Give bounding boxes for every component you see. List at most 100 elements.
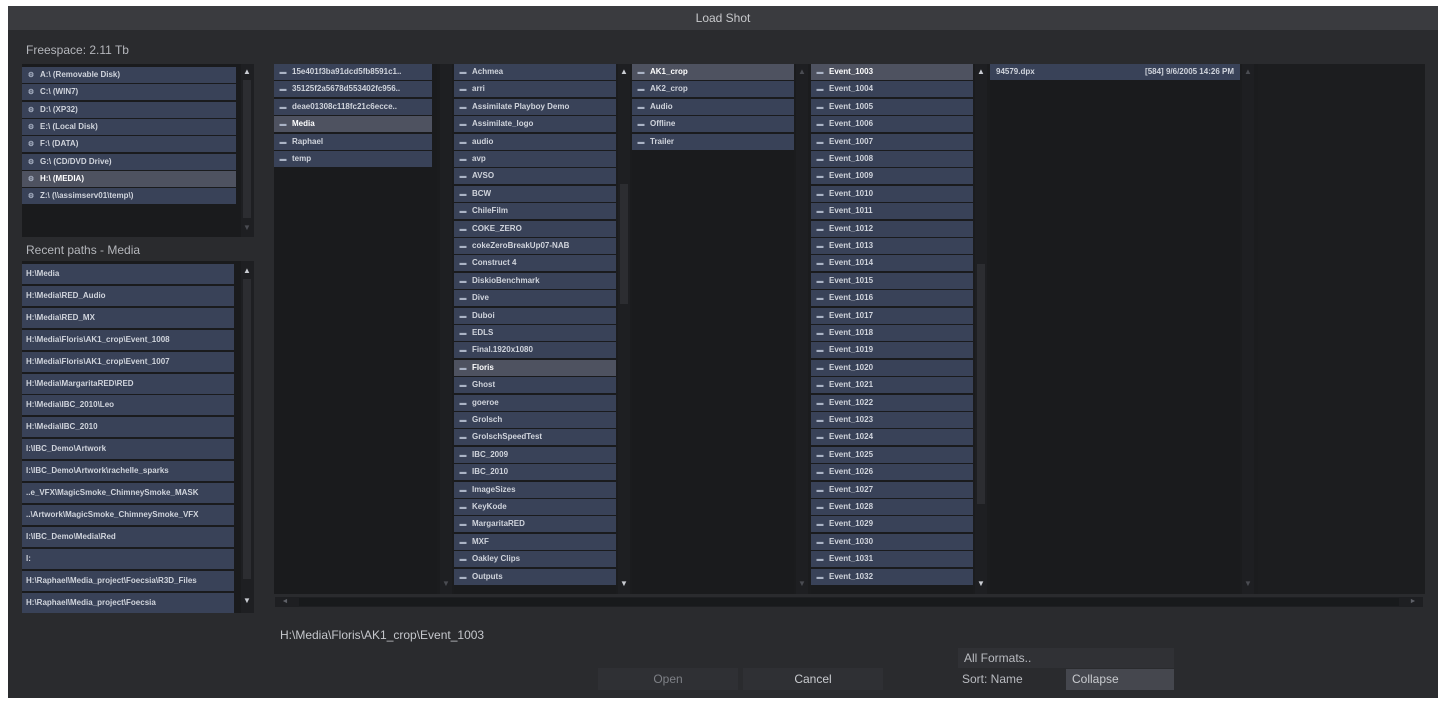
scroll-down-arrow[interactable]: ▼ <box>241 595 253 607</box>
scroll-up-arrow[interactable]: ▲ <box>618 66 630 78</box>
recent-paths-scrollbar[interactable]: ▲ ▼ <box>241 261 254 613</box>
recent-path-item[interactable]: H:\Media\MargaritaRED\RED <box>22 373 234 394</box>
recent-path-item[interactable]: I:\IBC_Demo\Artwork <box>22 439 234 460</box>
scroll-down-arrow[interactable]: ▼ <box>241 222 253 234</box>
folder-item[interactable]: ▬ COKE_ZERO <box>454 220 616 237</box>
column-4-scrollbar[interactable]: ▲ ▼ <box>975 64 987 594</box>
recent-path-item[interactable]: H:\Media\RED_MX <box>22 307 234 328</box>
scroll-thumb[interactable] <box>299 598 1399 606</box>
folder-item[interactable]: ▬ Event_1006 <box>811 116 973 133</box>
folder-item[interactable]: ▬ temp <box>274 151 432 167</box>
folder-item[interactable]: ▬ Offline <box>632 116 794 133</box>
recent-path-item[interactable]: ..\Artwork\MagicSmoke_ChimneySmoke_VFX <box>22 504 234 525</box>
folder-item[interactable]: ▬ Event_1020 <box>811 359 973 376</box>
folder-item[interactable]: ▬ ImageSizes <box>454 481 616 498</box>
scroll-down-arrow[interactable]: ▼ <box>440 578 452 590</box>
folder-item[interactable]: ▬ Event_1024 <box>811 429 973 446</box>
folder-item[interactable]: ▬ Event_1012 <box>811 220 973 237</box>
recent-path-item[interactable]: I: <box>22 548 234 569</box>
open-button[interactable]: Open <box>598 668 738 690</box>
column-2-scrollbar[interactable]: ▲ ▼ <box>618 64 630 594</box>
folder-item[interactable]: ▬ Event_1008 <box>811 151 973 167</box>
recent-path-item[interactable]: H:\Media\IBC_2010\Leo <box>22 395 234 416</box>
folder-item[interactable]: ▬ Assimilate Playboy Demo <box>454 98 616 115</box>
folder-item[interactable]: ▬ Event_1027 <box>811 481 973 498</box>
browser-horizontal-scrollbar[interactable]: ◄ ► <box>275 597 1423 607</box>
folder-item[interactable]: ▬ Trailer <box>632 133 794 150</box>
drive-item[interactable]: ⚙ G:\ (CD/DVD Drive) <box>22 153 236 170</box>
folder-item[interactable]: ▬ Event_1014 <box>811 255 973 272</box>
folder-item[interactable]: ▬ Grolsch <box>454 412 616 428</box>
folder-item[interactable]: ▬ Event_1016 <box>811 290 973 307</box>
folder-item[interactable]: ▬ Media <box>274 116 432 133</box>
recent-path-item[interactable]: H:\Media\Floris\AK1_crop\Event_1008 <box>22 329 234 350</box>
folder-item[interactable]: ▬ cokeZeroBreakUp07-NAB <box>454 238 616 254</box>
scroll-left-arrow[interactable]: ◄ <box>279 597 291 607</box>
scroll-thumb[interactable] <box>620 184 628 304</box>
drive-item[interactable]: ⚙ F:\ (DATA) <box>22 136 236 153</box>
scroll-up-arrow[interactable]: ▲ <box>241 265 253 277</box>
recent-path-item[interactable]: H:\Raphael\Media_project\Foecsia\R3D_Fil… <box>22 570 234 591</box>
folder-item[interactable]: ▬ KeyKode <box>454 499 616 515</box>
scroll-right-arrow[interactable]: ► <box>1407 597 1419 607</box>
recent-path-item[interactable]: H:\Raphael\Media_project\Foecsia <box>22 592 234 613</box>
folder-item[interactable]: ▬ avp <box>454 151 616 167</box>
drive-item[interactable]: ⚙ E:\ (Local Disk) <box>22 118 236 135</box>
folder-item[interactable]: ▬ Construct 4 <box>454 255 616 272</box>
folder-item[interactable]: ▬ 15e401f3ba91dcd5fb8591c1.. <box>274 64 432 80</box>
scroll-up-arrow[interactable]: ▲ <box>241 66 253 78</box>
folder-item[interactable]: ▬ Event_1032 <box>811 568 973 585</box>
folder-item[interactable]: ▬ Event_1015 <box>811 272 973 289</box>
drive-item[interactable]: ⚙ Z:\ (\\assimserv01\temp\) <box>22 188 236 205</box>
folder-item[interactable]: ▬ BCW <box>454 185 616 202</box>
folder-item[interactable]: ▬ Event_1021 <box>811 377 973 394</box>
scroll-thumb[interactable] <box>243 279 251 579</box>
folder-item[interactable]: ▬ Oakley Clips <box>454 551 616 568</box>
folder-item[interactable]: ▬ Achmea <box>454 64 616 80</box>
folder-item[interactable]: ▬ Event_1007 <box>811 133 973 150</box>
folder-item[interactable]: ▬ Event_1004 <box>811 81 973 98</box>
column-1-scrollbar[interactable]: ▼ <box>440 64 452 594</box>
folder-item[interactable]: ▬ MargaritaRED <box>454 516 616 533</box>
folder-item[interactable]: ▬ Event_1025 <box>811 446 973 463</box>
column-3-scrollbar[interactable]: ▲ ▼ <box>796 64 808 594</box>
folder-item[interactable]: ▬ IBC_2010 <box>454 464 616 481</box>
folder-item[interactable]: ▬ Event_1003 <box>811 64 973 80</box>
scroll-up-arrow[interactable]: ▲ <box>975 66 987 78</box>
folder-item[interactable]: ▬ Assimilate_logo <box>454 116 616 133</box>
folder-item[interactable]: ▬ DiskioBenchmark <box>454 272 616 289</box>
drive-list-scrollbar[interactable]: ▲ ▼ <box>241 64 254 237</box>
folder-item[interactable]: ▬ Event_1011 <box>811 203 973 220</box>
folder-item[interactable]: ▬ Raphael <box>274 133 432 150</box>
folder-item[interactable]: ▬ Event_1019 <box>811 342 973 359</box>
folder-item[interactable]: ▬ Duboi <box>454 307 616 324</box>
folder-item[interactable]: ▬ Event_1026 <box>811 464 973 481</box>
drive-item[interactable]: ⚙ H:\ (MEDIA) <box>22 170 236 187</box>
folder-item[interactable]: ▬ Event_1031 <box>811 551 973 568</box>
folder-item[interactable]: ▬ GrolschSpeedTest <box>454 429 616 446</box>
format-selector[interactable]: All Formats.. <box>958 648 1174 668</box>
folder-item[interactable]: ▬ Floris <box>454 359 616 376</box>
folder-item[interactable]: ▬ deae01308c118fc21c6ecce.. <box>274 98 432 115</box>
scroll-up-arrow[interactable]: ▲ <box>796 66 808 78</box>
file-item[interactable]: 94579.dpx [584] 9/6/2005 14:26 PM <box>990 64 1240 80</box>
drive-item[interactable]: ⚙ D:\ (XP32) <box>22 101 236 118</box>
folder-item[interactable]: ▬ Audio <box>632 98 794 115</box>
folder-item[interactable]: ▬ Event_1017 <box>811 307 973 324</box>
recent-path-item[interactable]: H:\Media <box>22 264 234 284</box>
folder-item[interactable]: ▬ Ghost <box>454 377 616 394</box>
scroll-thumb[interactable] <box>243 80 251 218</box>
folder-item[interactable]: ▬ ChileFilm <box>454 203 616 220</box>
folder-item[interactable]: ▬ audio <box>454 133 616 150</box>
scroll-down-arrow[interactable]: ▼ <box>1242 578 1254 590</box>
folder-item[interactable]: ▬ 35125f2a5678d553402fc956.. <box>274 81 432 98</box>
folder-item[interactable]: ▬ Event_1028 <box>811 499 973 515</box>
folder-item[interactable]: ▬ Event_1009 <box>811 168 973 185</box>
folder-item[interactable]: ▬ AVSO <box>454 168 616 185</box>
folder-item[interactable]: ▬ arri <box>454 81 616 98</box>
recent-path-item[interactable]: H:\Media\IBC_2010 <box>22 417 234 438</box>
folder-item[interactable]: ▬ MXF <box>454 533 616 550</box>
folder-item[interactable]: ▬ Event_1018 <box>811 325 973 341</box>
folder-item[interactable]: ▬ Event_1005 <box>811 98 973 115</box>
recent-path-item[interactable]: H:\Media\RED_Audio <box>22 285 234 306</box>
